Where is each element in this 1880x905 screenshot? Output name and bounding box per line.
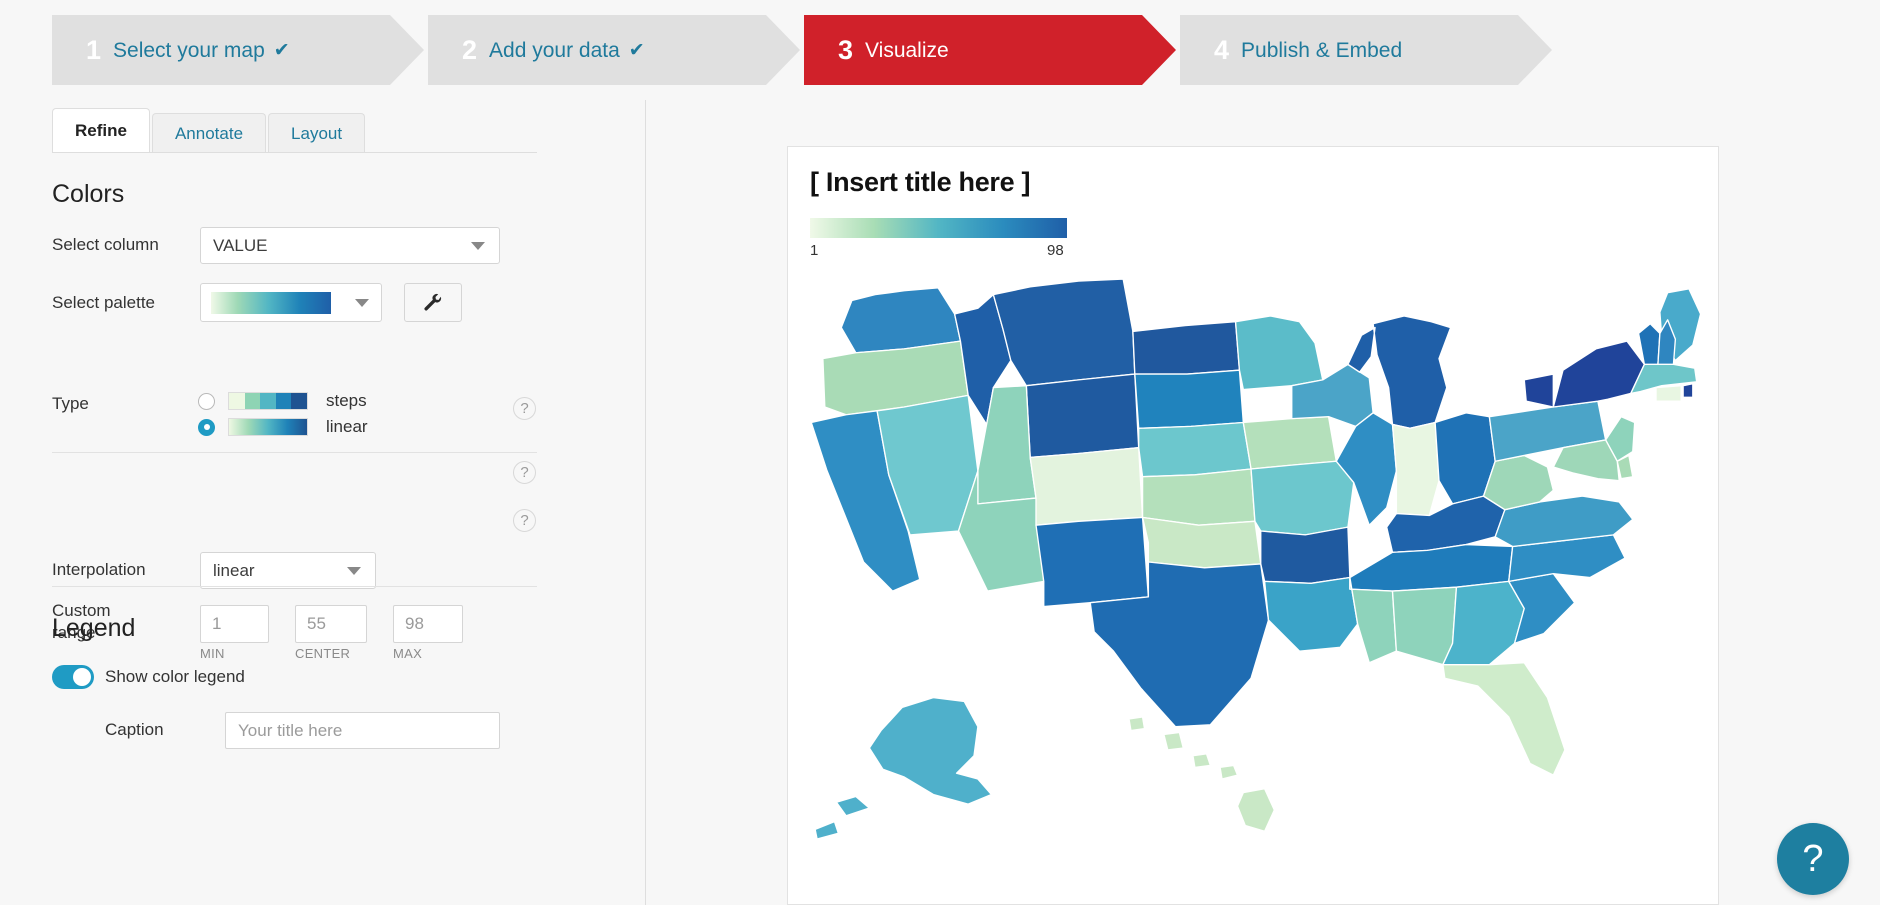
step-number: 3 bbox=[838, 34, 854, 65]
step-number: 1 bbox=[86, 34, 102, 65]
check-icon: ✔ bbox=[273, 39, 290, 61]
legend-section-title: Legend bbox=[52, 614, 136, 642]
step-number: 2 bbox=[462, 34, 478, 65]
state-MN bbox=[1234, 315, 1324, 391]
custom-range-max-input[interactable]: 98 bbox=[393, 605, 463, 643]
custom-range-center-input[interactable]: 55 bbox=[295, 605, 367, 643]
interpolation-dropdown[interactable]: linear bbox=[200, 552, 376, 589]
caption-input[interactable]: Your title here bbox=[225, 712, 500, 749]
step-label: Select your map bbox=[113, 38, 265, 62]
chevron-down-icon bbox=[355, 298, 369, 307]
custom-range-min-caption: MIN bbox=[200, 646, 225, 661]
show-color-legend-toggle[interactable] bbox=[52, 665, 94, 689]
help-icon-interpolation[interactable]: ? bbox=[513, 461, 536, 484]
chevron-down-icon bbox=[471, 241, 485, 250]
tab-annotate[interactable]: Annotate bbox=[151, 113, 267, 153]
state-AR bbox=[1260, 526, 1351, 584]
section-divider bbox=[52, 452, 537, 453]
state-OK bbox=[1141, 516, 1262, 569]
wizard-step-select-your-map[interactable]: 1 Select your map ✔ bbox=[52, 15, 424, 85]
map-preview-panel: [ Insert title here ] 1 98 bbox=[787, 146, 1719, 905]
check-icon: ✔ bbox=[628, 39, 645, 61]
map-title[interactable]: [ Insert title here ] bbox=[810, 167, 1031, 198]
map-legend-gradient bbox=[810, 218, 1067, 238]
wizard-step-publish-and-embed[interactable]: 4 Publish & Embed bbox=[1180, 15, 1552, 85]
step-wizard: 1 Select your map ✔ 2 Add your data ✔ 3 … bbox=[0, 0, 1880, 100]
select-column-value: VALUE bbox=[213, 235, 268, 255]
state-KS bbox=[1141, 468, 1256, 526]
linear-preview-gradient bbox=[228, 418, 308, 436]
state-RI bbox=[1682, 383, 1694, 398]
state-MS bbox=[1349, 576, 1398, 664]
show-color-legend-label: Show color legend bbox=[105, 667, 245, 686]
step-arrow bbox=[1142, 15, 1176, 85]
tab-refine[interactable]: Refine bbox=[52, 108, 150, 153]
state-AK bbox=[814, 696, 993, 840]
tabs-underline bbox=[52, 152, 537, 153]
select-palette-dropdown[interactable] bbox=[200, 283, 382, 322]
select-palette-label: Select palette bbox=[52, 293, 156, 312]
help-icon-custom-range[interactable]: ? bbox=[513, 509, 536, 532]
settings-sidebar: Refine Annotate Layout Colors Select col… bbox=[0, 100, 646, 905]
step-label: Publish & Embed bbox=[1241, 38, 1403, 62]
palette-settings-button[interactable] bbox=[404, 283, 462, 322]
palette-gradient-swatch bbox=[211, 291, 331, 314]
steps-preview-swatches bbox=[228, 392, 308, 410]
step-arrow bbox=[390, 15, 424, 85]
chevron-down-icon bbox=[347, 566, 361, 575]
type-label: Type bbox=[52, 394, 89, 413]
radio-label-steps: steps bbox=[326, 391, 367, 410]
state-FL bbox=[1442, 662, 1566, 776]
radio-type-linear[interactable]: linear bbox=[198, 414, 368, 440]
step-number: 4 bbox=[1214, 34, 1230, 65]
state-NE bbox=[1138, 421, 1252, 478]
step-arrow bbox=[1518, 15, 1552, 85]
state-WY bbox=[1025, 373, 1140, 459]
help-floating-button[interactable]: ? bbox=[1777, 823, 1849, 895]
radio-label-linear: linear bbox=[326, 417, 368, 436]
radio-type-steps[interactable]: steps bbox=[198, 388, 367, 414]
sidebar-tabs: Refine Annotate Layout bbox=[52, 108, 367, 153]
caption-label: Caption bbox=[105, 720, 164, 739]
help-icon-type[interactable]: ? bbox=[513, 397, 536, 420]
colors-section-title: Colors bbox=[52, 180, 125, 208]
tab-layout[interactable]: Layout bbox=[268, 113, 366, 153]
state-CO bbox=[1029, 447, 1144, 526]
radio-button[interactable] bbox=[198, 418, 215, 436]
step-label: Add your data bbox=[489, 38, 620, 62]
interpolation-label: Interpolation bbox=[52, 560, 146, 579]
custom-range-center-caption: CENTER bbox=[295, 646, 351, 661]
interpolation-value: linear bbox=[213, 560, 255, 580]
custom-range-max-caption: MAX bbox=[393, 646, 423, 661]
state-SD bbox=[1134, 369, 1244, 429]
state-VT bbox=[1637, 323, 1661, 366]
wizard-step-visualize[interactable]: 3 Visualize bbox=[804, 15, 1176, 85]
radio-button[interactable] bbox=[198, 392, 215, 410]
wrench-icon bbox=[424, 293, 442, 311]
state-NM bbox=[1035, 516, 1150, 608]
state-HI bbox=[1128, 716, 1275, 832]
state-CT bbox=[1655, 385, 1682, 402]
state-AL bbox=[1391, 586, 1458, 666]
state-MO bbox=[1250, 460, 1355, 536]
custom-range-min-input[interactable]: 1 bbox=[200, 605, 269, 643]
section-divider bbox=[52, 586, 537, 587]
state-LA bbox=[1263, 576, 1359, 652]
wizard-step-add-your-data[interactable]: 2 Add your data ✔ bbox=[428, 15, 800, 85]
state-IN bbox=[1391, 421, 1440, 517]
step-label: Visualize bbox=[865, 38, 949, 62]
state-MT bbox=[992, 278, 1136, 387]
select-column-label: Select column bbox=[52, 235, 159, 254]
select-column-dropdown[interactable]: VALUE bbox=[200, 227, 500, 264]
state-ND bbox=[1132, 321, 1241, 375]
state-IA bbox=[1242, 416, 1337, 470]
us-choropleth-map[interactable] bbox=[788, 242, 1718, 882]
toggle-knob bbox=[73, 668, 91, 686]
state-NY bbox=[1523, 340, 1646, 408]
step-arrow bbox=[766, 15, 800, 85]
